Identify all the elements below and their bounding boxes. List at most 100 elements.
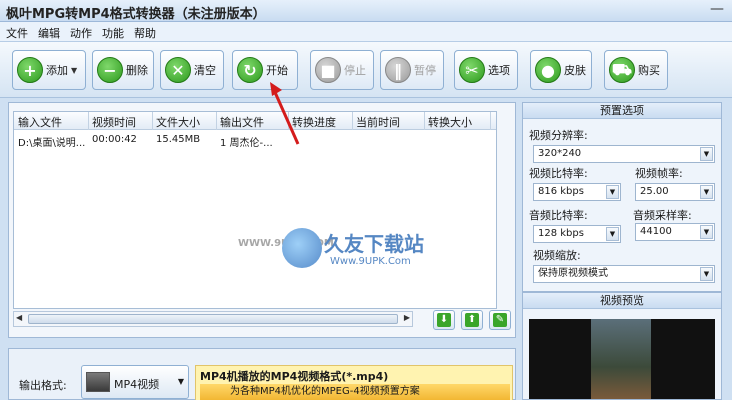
dropdown-arrow-icon: ▼ — [177, 377, 184, 386]
watermark-url: Www.9UPK.Com — [330, 256, 411, 267]
menu-action[interactable]: 动作 — [70, 25, 92, 41]
col-video-time[interactable]: 视频时间 — [92, 114, 136, 130]
video-bitrate-label: 视频比特率: — [529, 167, 588, 180]
preset-options-header: 预置选项 — [523, 103, 721, 119]
samplerate-label: 音频采样率: — [633, 209, 692, 222]
scroll-left-icon[interactable]: ◀ — [16, 313, 22, 322]
cell-video-time: 00:00:42 — [92, 134, 137, 145]
framerate-value: 25.00 — [640, 186, 669, 197]
delete-button[interactable]: − 删除 — [92, 50, 154, 90]
file-list-header: 输入文件 视频时间 文件大小 输出文件 转换进度 当前时间 转换大小 — [14, 112, 496, 130]
audio-bitrate-select[interactable]: 128 kbps ▼ — [533, 225, 621, 243]
chevron-down-icon[interactable]: ▼ — [700, 225, 713, 239]
arrow-up-icon: ⬆ — [465, 313, 479, 327]
title-bar: 枫叶MPG转MP4格式转换器（未注册版本） — — [0, 0, 732, 22]
clear-label: 清空 — [194, 64, 216, 77]
chevron-down-icon[interactable]: ▼ — [700, 267, 713, 281]
scroll-right-icon[interactable]: ▶ — [404, 313, 410, 322]
cell-output-file: 1 周杰伦-... — [220, 138, 273, 149]
refresh-icon: ↻ — [237, 57, 263, 83]
chevron-down-icon[interactable]: ▼ — [700, 185, 713, 199]
video-scale-select[interactable]: 保持原视频模式 ▼ — [533, 265, 715, 283]
format-subtitle[interactable]: 为各种MP4机优化的MPEG-4视频预置方案 — [200, 384, 510, 400]
horizontal-scrollbar[interactable]: ◀ ▶ — [13, 311, 413, 327]
move-down-button[interactable]: ⬇ — [433, 310, 455, 330]
video-preview-header: 视频预览 — [523, 293, 721, 309]
scroll-thumb[interactable] — [28, 314, 398, 324]
stop-button[interactable]: ■ 停止 — [310, 50, 374, 90]
apple-icon: ● — [535, 57, 561, 83]
options-button[interactable]: ✂ 选项 — [454, 50, 518, 90]
video-preview-screen — [529, 319, 715, 399]
col-file-size[interactable]: 文件大小 — [156, 114, 200, 130]
tools-icon: ✂ — [459, 57, 485, 83]
output-format-label: 输出格式: — [19, 379, 67, 392]
framerate-select[interactable]: 25.00 ▼ — [635, 183, 715, 201]
buy-label: 购买 — [638, 64, 660, 77]
audio-bitrate-label: 音频比特率: — [529, 209, 588, 222]
resolution-select[interactable]: 320*240 ▼ — [533, 145, 715, 163]
chevron-down-icon[interactable]: ▼ — [700, 147, 713, 161]
stop-label: 停止 — [344, 64, 366, 77]
skin-button[interactable]: ● 皮肤 — [530, 50, 592, 90]
preset-options-panel: 预置选项 视频分辨率: 320*240 ▼ 视频比特率: 视频帧率: 816 k… — [522, 102, 722, 292]
start-label: 开始 — [266, 64, 288, 77]
watermark: WWW.9UPK.COM 久友下载站 Www.9UPK.Com — [230, 222, 470, 274]
col-converted-size[interactable]: 转换大小 — [428, 114, 472, 130]
stop-icon: ■ — [315, 57, 341, 83]
video-scale-value: 保持原视频模式 — [538, 268, 608, 279]
samplerate-value: 44100 — [640, 226, 672, 237]
format-description: MP4机播放的MP4视频格式(*.mp4) 为各种MP4机优化的MPEG-4视频… — [195, 365, 513, 400]
plus-icon: + — [17, 57, 43, 83]
cart-icon: ⛟ — [609, 57, 635, 83]
col-current-time[interactable]: 当前时间 — [356, 114, 400, 130]
clear-x-icon: ✕ — [165, 57, 191, 83]
video-bitrate-value: 816 kbps — [538, 186, 584, 197]
pencil-icon: ✎ — [493, 313, 507, 327]
video-frame-image — [591, 319, 651, 399]
buy-button[interactable]: ⛟ 购买 — [604, 50, 668, 90]
menu-help[interactable]: 帮助 — [134, 25, 156, 41]
add-button[interactable]: + 添加 ▼ — [12, 50, 86, 90]
delete-label: 删除 — [126, 64, 148, 77]
clear-button[interactable]: ✕ 清空 — [160, 50, 224, 90]
output-format-panel: 输出格式: MP4视频 ▼ MP4机播放的MP4视频格式(*.mp4) 为各种M… — [8, 348, 516, 400]
output-format-select[interactable]: MP4视频 ▼ — [81, 365, 189, 399]
audio-bitrate-value: 128 kbps — [538, 228, 584, 239]
skin-label: 皮肤 — [564, 64, 586, 77]
pause-button[interactable]: ‖ 暂停 — [380, 50, 444, 90]
resolution-value: 320*240 — [538, 148, 582, 159]
menu-bar: 文件 编辑 动作 功能 帮助 — [0, 22, 732, 42]
video-format-icon — [86, 372, 110, 392]
edit-button[interactable]: ✎ — [489, 310, 511, 330]
col-input-file[interactable]: 输入文件 — [18, 114, 62, 130]
framerate-label: 视频帧率: — [635, 167, 683, 180]
samplerate-select[interactable]: 44100 ▼ — [635, 223, 715, 241]
watermark-brand: 久友下载站 — [324, 232, 424, 256]
chevron-down-icon[interactable]: ▼ — [606, 185, 619, 199]
dropdown-arrow-icon: ▼ — [71, 65, 78, 75]
move-up-button[interactable]: ⬆ — [461, 310, 483, 330]
format-title: MP4机播放的MP4视频格式(*.mp4) — [200, 370, 389, 383]
window-title: 枫叶MPG转MP4格式转换器（未注册版本） — [6, 7, 266, 22]
watermark-logo-icon — [282, 228, 322, 268]
video-bitrate-select[interactable]: 816 kbps ▼ — [533, 183, 621, 201]
annotation-arrow-icon — [270, 82, 300, 145]
menu-function[interactable]: 功能 — [102, 25, 124, 41]
arrow-down-icon: ⬇ — [437, 313, 451, 327]
resolution-label: 视频分辨率: — [529, 129, 588, 142]
add-label: 添加 — [46, 64, 68, 77]
menu-edit[interactable]: 编辑 — [38, 25, 60, 41]
output-format-value: MP4视频 — [114, 378, 160, 391]
file-list[interactable]: 输入文件 视频时间 文件大小 输出文件 转换进度 当前时间 转换大小 D:\桌面… — [13, 111, 497, 309]
toolbar: + 添加 ▼ − 删除 ✕ 清空 ↻ 开始 ■ 停止 ‖ 暂停 ✂ 选项 ● 皮… — [0, 42, 732, 98]
video-preview-panel: 视频预览 — [522, 292, 722, 400]
pause-label: 暂停 — [414, 64, 436, 77]
col-output-file[interactable]: 输出文件 — [220, 114, 264, 130]
chevron-down-icon[interactable]: ▼ — [606, 227, 619, 241]
cell-file-size: 15.45MB — [156, 134, 201, 145]
options-label: 选项 — [488, 64, 510, 77]
menu-file[interactable]: 文件 — [6, 25, 28, 41]
cell-input-file: D:\桌面\说明... — [18, 138, 86, 149]
minimize-button[interactable]: — — [708, 1, 726, 17]
